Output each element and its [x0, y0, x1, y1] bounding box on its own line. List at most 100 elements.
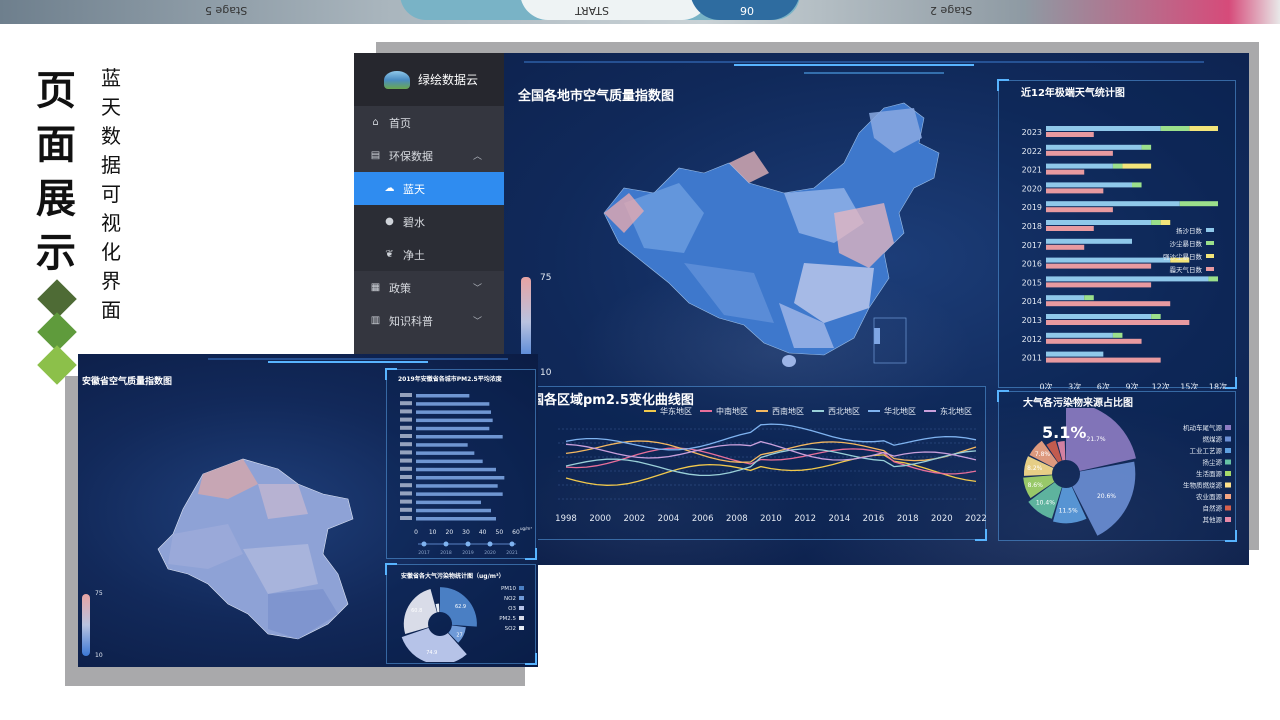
pm-legend-label: 华北地区 — [884, 406, 916, 416]
anhui-pollutant-legend: NO2 — [504, 596, 516, 602]
weather-bar — [1179, 201, 1218, 207]
sidebar-item-label: 环保数据 — [389, 149, 433, 163]
anhui-city-label — [400, 409, 412, 414]
title-char: 页 — [36, 67, 76, 114]
weather-y-tick: 2021 — [1022, 166, 1042, 175]
anhui-pm-title: 2019年安徽省各城市PM2.5平均浓度 — [398, 376, 502, 383]
anhui-pm-x-tick: 30 — [462, 529, 470, 536]
pollution-legend-label: 农业面源 — [1196, 492, 1223, 501]
pollution-center-value: 5.1% — [1042, 423, 1086, 442]
pm-x-tick: 1998 — [555, 514, 577, 524]
weather-bar-chart[interactable]: 0次 3次 6次 9次 12次 15次 18次 2023 2022 2021 2020 2019 201… — [1006, 99, 1232, 389]
sidebar-item-env-data[interactable]: ▤ 环保数据 ︿ — [354, 139, 504, 172]
pollution-legend-swatch — [1225, 505, 1231, 511]
weather-y-tick: 2023 — [1022, 128, 1042, 137]
slide-title: 页 面 展 示 — [34, 64, 78, 280]
home-icon: ⌂ — [372, 116, 379, 128]
anhui-city-label — [400, 450, 412, 455]
pm-x-tick: 2012 — [794, 514, 816, 524]
pollution-source-donut[interactable]: 21.7% 20.6% 11.5% 10.4% 8.6% 8.2% 7.8% 5.1% 机动车尾… — [1006, 408, 1236, 538]
weather-bar — [1046, 238, 1132, 244]
weather-bar — [1122, 163, 1152, 169]
sidebar-item-label: 蓝天 — [403, 182, 425, 196]
anhui-pm-unit: ug/m³ — [520, 526, 532, 531]
weather-y-tick: 2017 — [1022, 241, 1042, 250]
subtitle-char: 数 — [101, 124, 121, 148]
sidebar-item-blue-sky[interactable]: ☁ 蓝天 — [354, 172, 504, 205]
pm25-line-chart[interactable]: 华东地区中南地区西南地区西北地区华北地区东北地区μg/m³μg/m³μg/m³μ… — [514, 403, 986, 525]
title-char: 面 — [36, 121, 76, 168]
anhui-legend-min: 10 — [95, 652, 103, 659]
anhui-header-decoration — [208, 358, 508, 363]
weather-bar-haze — [1046, 169, 1085, 175]
weather-y-tick: 2019 — [1022, 203, 1042, 212]
sidebar-item-policy[interactable]: ▦ 政策 ﹀ — [354, 271, 504, 304]
anhui-timeline-year: 2019 — [462, 550, 474, 556]
anhui-pollutant-swatch — [519, 596, 524, 600]
anhui-pm-x-tick: 10 — [429, 529, 437, 536]
subtitle-char: 视 — [101, 211, 121, 235]
china-map[interactable] — [584, 93, 974, 383]
weather-bar — [1160, 220, 1171, 225]
anhui-map[interactable] — [148, 454, 378, 644]
anhui-legend-max: 75 — [95, 590, 103, 597]
pm-x-tick: 2022 — [965, 514, 986, 524]
weather-legend-swatch — [1206, 241, 1214, 245]
map-region-hainan — [782, 355, 796, 367]
map-legend-min: 10 — [540, 368, 552, 378]
anhui-pm-bar — [416, 394, 470, 398]
anhui-pm-x-tick: 60 — [512, 529, 520, 536]
weather-legend-swatch — [1206, 228, 1214, 232]
sidebar-item-knowledge[interactable]: ▥ 知识科普 ﹀ — [354, 304, 504, 337]
pm-legend-label: 华东地区 — [660, 406, 692, 416]
sidebar-item-label: 净土 — [403, 248, 425, 262]
weather-bar — [1046, 257, 1171, 263]
pm-x-tick: 2006 — [692, 514, 714, 524]
weather-x-tick: 15次 — [1180, 381, 1198, 389]
sidebar-item-water[interactable]: ● 碧水 — [354, 205, 504, 238]
anhui-city-label — [400, 499, 412, 504]
pollution-legend-swatch — [1225, 459, 1231, 465]
subtitle-char: 据 — [101, 153, 121, 177]
anhui-pollutant-value: 27 — [456, 632, 462, 638]
pm-legend-label: 西北地区 — [828, 406, 860, 416]
weather-bar — [1046, 295, 1085, 301]
pollution-value-label: 20.6% — [1097, 493, 1116, 500]
pollution-legend-label: 自然源 — [1203, 504, 1223, 513]
pollution-legend-label: 其他源 — [1203, 515, 1223, 524]
pollution-legend-label: 生物质燃烧源 — [1183, 481, 1223, 490]
leaf-icon: ❦ — [385, 248, 394, 260]
pm-x-tick: 2016 — [863, 514, 885, 524]
anhui-timeline-dot — [421, 541, 427, 547]
weather-y-tick: 2014 — [1022, 297, 1042, 306]
weather-bar — [1046, 332, 1113, 338]
anhui-pm-bar — [416, 426, 490, 431]
pollution-value-label: 7.8% — [1035, 451, 1051, 458]
chevron-down-icon: ﹀ — [472, 317, 482, 327]
sidebar-item-soil[interactable]: ❦ 净土 — [354, 238, 504, 271]
anhui-pollutant-donut[interactable]: 62.9 27 74.9 60.8 PM10 NO2 O3 PM2.5 SO2 — [390, 580, 536, 662]
weather-bar-haze — [1046, 320, 1190, 325]
pollution-legend-label: 生活面源 — [1196, 469, 1223, 478]
grid-icon: ▥ — [370, 314, 381, 326]
pollution-legend-swatch — [1225, 517, 1231, 522]
anhui-pollutant-legend: O3 — [508, 606, 516, 612]
anhui-city-label — [400, 491, 412, 496]
anhui-pollutant-value: 60.8 — [411, 608, 422, 614]
anhui-pm-bar-chart[interactable]: 0 10 20 30 40 50 60ug/m³ 2017 2018 2019 2020 2021 — [396, 384, 536, 556]
anhui-pm-bar — [416, 435, 503, 439]
weather-bar — [1046, 314, 1152, 319]
chevron-up-icon: ︿ — [472, 152, 482, 162]
header-decoration — [524, 61, 1204, 74]
weather-bar — [1046, 276, 1209, 282]
weather-y-tick: 2022 — [1022, 147, 1042, 156]
anhui-pollutant-swatch — [519, 586, 524, 590]
anhui-city-label — [400, 425, 412, 430]
anhui-timeline-dot — [465, 541, 471, 547]
subtitle-char: 面 — [101, 298, 121, 322]
anhui-pm-bar — [416, 443, 468, 447]
pollution-legend-label: 机动车尾气源 — [1183, 423, 1223, 432]
sidebar-item-home[interactable]: ⌂ 首页 — [354, 106, 504, 139]
app-logo[interactable]: 绿绘数据云 — [354, 53, 504, 106]
weather-bar — [1084, 295, 1094, 301]
